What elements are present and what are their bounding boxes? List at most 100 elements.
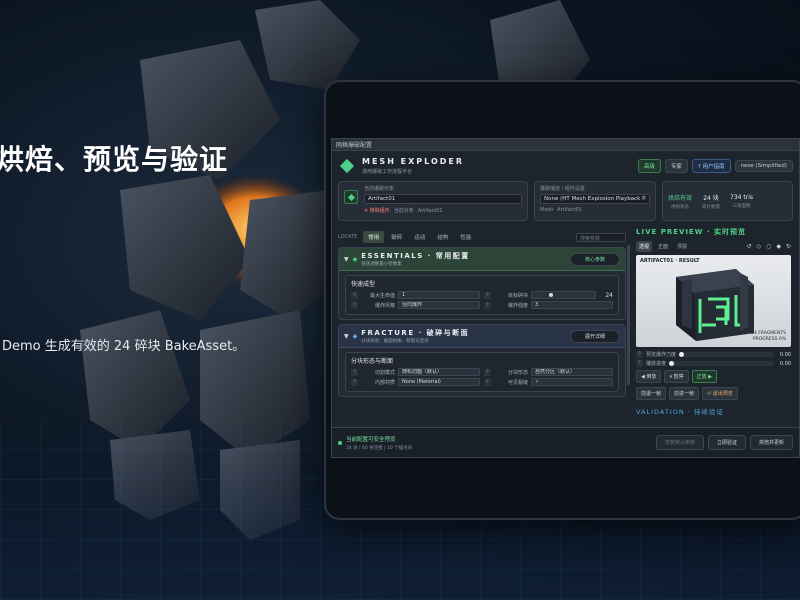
diamond-fill-icon[interactable]: ◆ [776, 243, 781, 250]
app-logo-icon [339, 158, 355, 174]
explosion-style-select[interactable]: 径向爆炸 [398, 301, 480, 309]
hero-subtitle: Demo 生成有效的 24 碎块 BakeAsset。 [2, 339, 246, 354]
view-perspective-tab[interactable]: 透视 [636, 241, 653, 252]
collapse-arrow-icon: ▼ [344, 255, 349, 263]
essentials-section: ▼ ◆ ESSENTIALS · 常用配置 快速调整最小参数集 核心参数 快速成… [338, 247, 626, 320]
tab-motion[interactable]: 运动 [409, 231, 430, 243]
interior-material-field[interactable]: None (Material) [398, 378, 480, 386]
stats-card: 烘焙有效 烘焙状态 24 块碎片数量 734 tris 三角面数 [662, 181, 793, 221]
asset-object-field[interactable]: Artifact01 [364, 194, 522, 204]
tab-performance[interactable]: 性能 [455, 231, 476, 243]
mesh-label: Mesh [540, 207, 554, 213]
step-back-button[interactable]: 前退一帧 [636, 387, 667, 400]
tab-common[interactable]: 常用 [363, 231, 385, 243]
playback-card: 爆破播放 / 组件设置 None (HT Mesh Explosion Play… [534, 181, 656, 221]
help-icon[interactable]: ? [484, 378, 491, 386]
fracture-diamond-icon: ◆ [352, 332, 358, 340]
view-top-tab[interactable]: 顶视 [674, 241, 690, 252]
live-preview-panel: LIVE PREVIEW · 实时预览 透视 正面 顶视 ↺ ◇ ○ ◆ ↻ A… [632, 223, 795, 427]
step-forward-button[interactable]: 前进一帧 [669, 387, 700, 400]
settings-scrollbar[interactable] [627, 245, 630, 385]
help-icon[interactable]: ? [351, 291, 358, 299]
view-front-tab[interactable]: 正面 [655, 241, 671, 252]
bake-update-button[interactable]: 烘焙并更新 [749, 435, 793, 450]
fracture-section: ▼ ◆ FRACTURE · 破碎与断面 分块形状、截面材质、断裂与变形 展开详… [338, 324, 626, 397]
tab-fracture[interactable]: 破碎 [386, 231, 407, 243]
explosion-force-slider[interactable] [679, 352, 774, 357]
remove-component-button[interactable]: ✕ 移除组件 [364, 207, 390, 214]
expand-details-button[interactable]: 展开详细 [569, 329, 620, 343]
current-object-label: 当前对象 [393, 208, 414, 214]
help-icon[interactable]: ? [636, 360, 643, 367]
validation-header[interactable]: VALIDATION · 持续验证 [632, 402, 795, 420]
essentials-diamond-icon: ◆ [352, 255, 358, 263]
app-header: MESH EXPLODER 通用爆破工作流程平台 高级 专家 ? 用户指南 ne… [332, 151, 799, 181]
param-row: ? 切割模式 随机切面（默认） ? 分块形态 自然分区（默认） [351, 368, 613, 376]
asset-cube-icon [344, 190, 358, 204]
settings-panel: LOCATE 常用 破碎 运动 结构 性能 搜索参数 ▼ ◆ ESSENTIAL… [338, 231, 630, 427]
core-params-button[interactable]: 核心参数 [569, 252, 620, 266]
reset-defaults-button[interactable]: 恢复默认参数 [655, 435, 704, 450]
current-object-value: Artifact01 [417, 207, 443, 214]
viewport-info: 24 FRAGMENTS PROGRESS 0% [751, 331, 786, 342]
help-icon[interactable]: ? [484, 291, 491, 299]
user-guide-button[interactable]: ? 用户指南 [691, 159, 731, 173]
param-row: ? 爆炸风格 径向爆炸 ? 爆炸强度 3 [351, 301, 613, 309]
preview-viewport[interactable]: ARTIFACT01 · RESULT 24 FRAGMENTS PROGRES… [636, 255, 791, 347]
explosion-force-row: ? 预览爆炸力度 0.00 [632, 350, 795, 359]
search-input[interactable]: 搜索参数 [576, 232, 626, 242]
asset-card: 当前爆破对象 Artifact01 ✕ 移除组件 当前对象 Artifact01 [338, 181, 528, 221]
quick-setup-title: 快速成型 [351, 281, 376, 288]
play-button[interactable]: 正放 ▶ [691, 370, 717, 383]
mesh-value: Artifact01 [557, 207, 582, 213]
quick-setup-group: 快速成型 ? 最大生命值 1 ? 目标碎块 24 ? 爆炸风格 径向爆炸 ? 爆炸强度 3 [345, 275, 619, 315]
pause-button[interactable]: ⏸ 暂停 [664, 370, 689, 383]
reverse-button[interactable]: ◀ 倒放 [636, 370, 662, 383]
window-titlebar[interactable]: 网格爆破配置 [332, 139, 799, 151]
exit-preview-button[interactable]: ↺ 退出预览 [702, 387, 738, 400]
rotate-left-icon[interactable]: ↺ [746, 243, 751, 250]
app-subtitle: 通用爆破工作流程平台 [362, 169, 413, 175]
mesh-exploder-window: 网格爆破配置 MESH EXPLODER 通用爆破工作流程平台 高级 专家 ? … [331, 138, 800, 458]
param-row: ? 内部材质 None (Material) ? 可见裂缝 ✓ [351, 378, 613, 386]
fracture-subtitle: 分块形状、截面材质、断裂与变形 [361, 339, 429, 344]
help-icon[interactable]: ? [351, 368, 358, 376]
stat-triangle-count: 734 tris 三角面数 [730, 193, 753, 209]
essentials-header[interactable]: ▼ ◆ ESSENTIALS · 常用配置 快速调整最小参数集 核心参数 [339, 248, 625, 271]
cut-mode-select[interactable]: 随机切面（默认） [398, 368, 480, 376]
mode-advanced-button[interactable]: 高级 [637, 159, 661, 173]
target-fragments-slider[interactable] [531, 291, 596, 299]
fracture-title: FRACTURE · 破碎与断面 [361, 329, 470, 337]
param-row: ? 最大生命值 1 ? 目标碎块 24 [351, 291, 613, 299]
help-icon[interactable]: ? [484, 301, 491, 309]
help-icon[interactable]: ? [636, 351, 643, 358]
max-health-field[interactable]: 1 [398, 291, 480, 299]
help-icon[interactable]: ? [484, 368, 491, 376]
diamond-icon[interactable]: ◇ [756, 243, 761, 250]
explosion-strength-field[interactable]: 3 [531, 301, 613, 309]
playback-profile-field[interactable]: None (HT Mesh Explosion Playback Profi [540, 194, 650, 204]
footer-detail: 24 块 | 60 条连接 | 10 个锚点块 [346, 445, 413, 451]
refresh-icon[interactable]: ↻ [786, 243, 791, 250]
settings-tabs: LOCATE 常用 破碎 运动 结构 性能 搜索参数 [338, 231, 626, 243]
circle-icon[interactable]: ○ [766, 243, 771, 250]
shape-group: 分块形态与断面 ? 切割模式 随机切面（默认） ? 分块形态 自然分区（默认） ? 内部材… [345, 352, 619, 392]
status-dot-icon [338, 440, 342, 445]
asset-object-value: Artifact01 [368, 196, 396, 202]
live-preview-title: LIVE PREVIEW · 实时预览 [636, 228, 747, 236]
mode-expert-button[interactable]: 专家 [664, 159, 688, 173]
tab-structure[interactable]: 结构 [432, 231, 453, 243]
visible-cracks-checkbox[interactable]: ✓ [531, 378, 613, 386]
fragment-shape-select[interactable]: 自然分区（默认） [531, 368, 613, 376]
stat-fragment-count: 24 块碎片数量 [702, 194, 721, 210]
validate-now-button[interactable]: 立即验证 [707, 435, 746, 450]
fracture-header[interactable]: ▼ ◆ FRACTURE · 破碎与断面 分块形状、截面材质、断裂与变形 展开详… [339, 325, 625, 348]
stat-bake-status: 烘焙有效 烘焙状态 [668, 194, 693, 210]
footer-status: 当前配置可安全预览 [346, 436, 396, 443]
essentials-subtitle: 快速调整最小参数集 [361, 262, 402, 267]
help-icon[interactable]: ? [351, 378, 358, 386]
language-select[interactable]: nese (Simplified) [734, 160, 793, 172]
playback-progress-row: ? 播放进度 0.00 [632, 359, 795, 368]
help-icon[interactable]: ? [351, 301, 358, 309]
playback-progress-slider[interactable] [669, 361, 774, 366]
